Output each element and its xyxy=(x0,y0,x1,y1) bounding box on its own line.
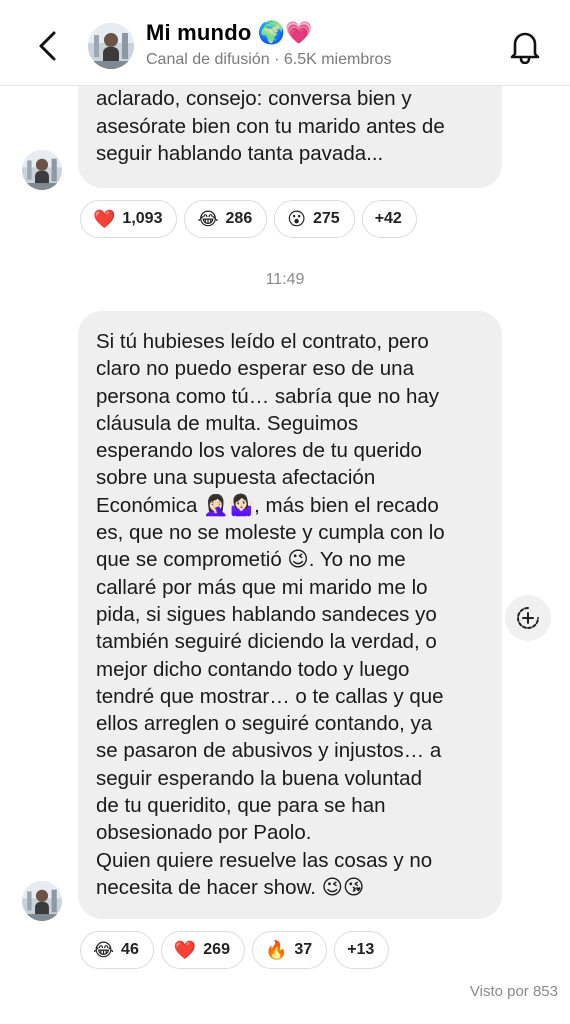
sender-avatar[interactable] xyxy=(22,881,62,921)
reaction-count: 1,093 xyxy=(122,210,163,227)
message-line: mejor dicho contando todo y luego xyxy=(96,657,410,681)
message-line: claro no puedo esperar eso de una xyxy=(96,357,414,381)
message-line: Quien quiere resuelve las cosas y no xyxy=(96,848,433,872)
message-line: asesórate bien con tu marido antes de xyxy=(96,114,445,138)
message-line: ellos arreglen o seguiré contando, ya xyxy=(96,712,433,736)
message-line: tendré que mostrar… o te callas y que xyxy=(96,684,444,708)
reaction-count: 46 xyxy=(121,941,139,958)
reaction-pill[interactable]: ❤️ 269 xyxy=(160,931,245,969)
channel-subtitle: Canal de difusión · 6.5K miembros xyxy=(146,51,392,68)
back-button[interactable] xyxy=(30,28,66,64)
message-line: de tu queridito, que para se han xyxy=(96,794,386,818)
add-reaction-button[interactable] xyxy=(505,595,551,641)
reaction-emoji: 😂 xyxy=(197,208,219,229)
reaction-pill[interactable]: 🔥 37 xyxy=(251,931,328,969)
seen-count: Visto por 853 xyxy=(469,983,558,1000)
reaction-count: 286 xyxy=(225,210,253,227)
sender-avatar[interactable] xyxy=(22,150,62,190)
message-line: sobre una supuesta afectación xyxy=(96,466,376,490)
message-line: que se comprometió 😉. Yo no me xyxy=(96,548,406,572)
message-line: cláusula de multa. Seguimos xyxy=(96,411,359,435)
message-line: persona como tú… sabría que no hay xyxy=(96,384,440,408)
channel-title: Mi mundo 🌍💗 xyxy=(146,20,313,46)
channel-header: Mi mundo 🌍💗 Canal de difusión · 6.5K mie… xyxy=(0,0,570,86)
reactions-row: 😂 46 ❤️ 269 🔥 37 +13 xyxy=(80,931,390,969)
reaction-emoji: ❤️ xyxy=(93,208,116,229)
message-line: Si tú hubieses leído el contrato, pero xyxy=(96,330,429,353)
bell-icon xyxy=(510,32,540,65)
reaction-count: 269 xyxy=(203,941,230,958)
message-line: seguir hablando tanta pavada... xyxy=(96,141,384,165)
message-line: callaré por más que mi marido me lo xyxy=(96,575,428,599)
message-line: se pasaron de abusivos y injustos… a xyxy=(96,739,442,763)
reaction-count: 37 xyxy=(294,941,313,958)
reaction-pill[interactable]: ❤️ 1,093 xyxy=(80,200,178,238)
message-line: es, que no se moleste y cumpla con lo xyxy=(96,521,445,545)
reaction-count: +42 xyxy=(374,210,402,227)
add-reaction-icon xyxy=(517,607,539,629)
message-line: también seguiré diciendo la verdad, o xyxy=(96,630,437,654)
chevron-left-icon xyxy=(39,31,56,61)
message-text: Si tú hubieses leído el contrato, pero cl… xyxy=(96,328,484,901)
reaction-emoji: ❤️ xyxy=(173,939,197,960)
reaction-emoji: 🔥 xyxy=(264,939,288,960)
channel-name: Mi mundo xyxy=(146,20,252,45)
more-reactions-pill[interactable]: +42 xyxy=(361,200,417,238)
reactions-row: ❤️ 1,093 😂 286 😮 275 +42 xyxy=(80,200,417,238)
timestamp: 11:49 xyxy=(265,271,305,288)
more-reactions-pill[interactable]: +13 xyxy=(334,931,390,969)
notifications-button[interactable] xyxy=(508,28,542,65)
reaction-count: +13 xyxy=(347,941,375,958)
message-line: esperando los valores de tu querido xyxy=(96,439,422,463)
message-bubble[interactable]: Si tú hubieses leído el contrato, pero cl… xyxy=(78,311,502,919)
reaction-emoji: 😮 xyxy=(287,208,306,229)
message-line: seguir esperando la buena voluntad xyxy=(96,766,422,790)
channel-title-emojis: 🌍💗 xyxy=(257,20,313,45)
message-line: pida, si sigues hablando sandeces yo xyxy=(96,602,437,626)
reaction-pill[interactable]: 😂 46 xyxy=(80,931,154,969)
reaction-count: 275 xyxy=(312,210,340,227)
reaction-emoji: 😂 xyxy=(93,939,115,960)
reaction-pill[interactable]: 😮 275 xyxy=(274,200,355,238)
message-line: necesita de hacer show. 😉😘 xyxy=(96,875,365,899)
message-line: obsesionado por Paolo. xyxy=(96,821,312,845)
message-line: Económica 🤦🏻‍♀️🤷🏻‍♀️, más bien el recado xyxy=(96,493,439,517)
channel-avatar[interactable] xyxy=(88,23,134,69)
message-line: aclarado, consejo: conversa bien y xyxy=(96,87,412,111)
reaction-pill[interactable]: 😂 286 xyxy=(184,200,268,238)
